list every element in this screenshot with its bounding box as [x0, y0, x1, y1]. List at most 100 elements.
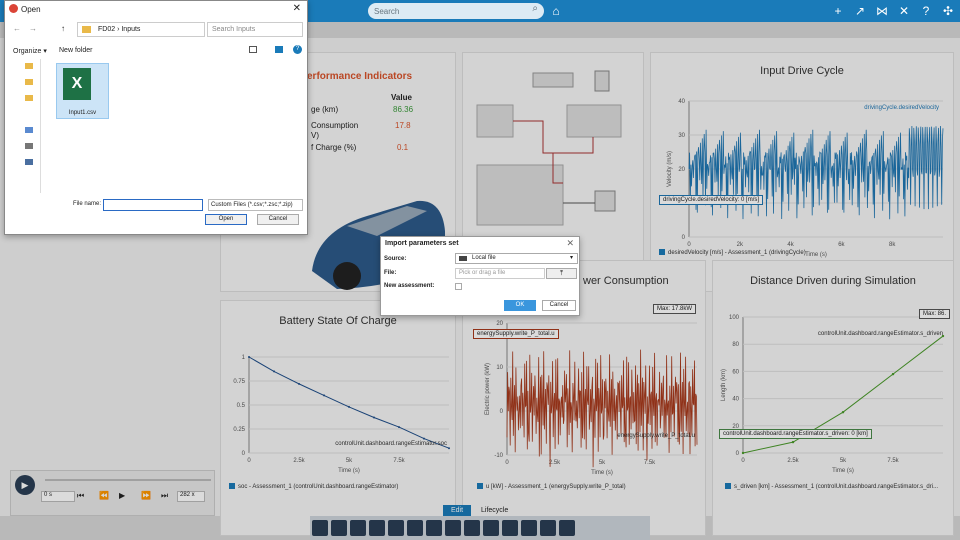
help-icon[interactable]: ? — [293, 45, 302, 54]
y-axis-label: Velocity (m/s) — [667, 151, 673, 187]
folder-icon[interactable] — [25, 63, 33, 69]
timeline-slider[interactable] — [45, 479, 211, 481]
search-icon[interactable] — [407, 520, 423, 536]
distance-data-point — [741, 451, 745, 455]
edit-icon[interactable] — [445, 520, 461, 536]
y-tick-label: 20 — [496, 321, 503, 327]
y-tick-label: 10 — [496, 365, 503, 371]
new-assessment-label: New assessment: — [384, 283, 435, 289]
organize-button[interactable]: Organize ▾ — [13, 47, 47, 55]
close-icon[interactable]: ✕ — [293, 3, 301, 14]
breadcrumb-inputs[interactable]: Inputs — [121, 26, 140, 33]
pane-icon[interactable] — [275, 46, 283, 53]
soc-legend[interactable]: soc - Assessment_1 (controlUnit.dashboar… — [229, 483, 398, 490]
back-icon[interactable]: ← — [13, 24, 21, 33]
skip-end-icon[interactable]: ⏭ — [161, 491, 168, 501]
kpi-value-header: Value — [391, 93, 412, 102]
play-icon[interactable]: ▶ — [119, 491, 125, 500]
play-circle-icon[interactable]: ▶ — [15, 475, 35, 495]
skip-start-icon[interactable]: ⏮ — [77, 491, 84, 501]
table-icon[interactable] — [350, 520, 366, 536]
checkbox-icon[interactable] — [229, 483, 235, 489]
cancel-button[interactable]: Cancel — [542, 300, 576, 311]
analysis-icon[interactable] — [540, 520, 556, 536]
ok-button[interactable]: OK — [504, 300, 536, 311]
export-icon[interactable] — [312, 520, 328, 536]
x-tick-label: 5k — [599, 460, 606, 466]
x-tick-label: 0 — [247, 458, 251, 464]
network-icon[interactable]: ⋈ — [874, 3, 890, 19]
plus-icon[interactable]: + — [830, 3, 846, 19]
file-name-label: File name: — [73, 201, 102, 207]
computer-icon[interactable] — [25, 127, 33, 133]
search-input[interactable] — [374, 5, 524, 17]
search-icon[interactable]: ⌕ — [532, 3, 538, 14]
global-search[interactable]: ⌕ — [368, 3, 544, 19]
compare-icon[interactable] — [464, 520, 480, 536]
file-name-input[interactable] — [103, 199, 203, 211]
soc-title: Battery State Of Charge — [279, 315, 397, 327]
breadcrumb-fd02[interactable]: FD02 — [98, 26, 115, 33]
drive-icon[interactable] — [25, 143, 33, 149]
open-button[interactable]: Open — [205, 214, 247, 225]
grid-icon[interactable] — [369, 520, 385, 536]
address-bar[interactable]: FD02 › Inputs — [77, 22, 205, 37]
new-assessment-checkbox[interactable] — [455, 283, 462, 290]
distance-legend[interactable]: s_driven [km] - Assessment_1 (controlUni… — [725, 483, 938, 490]
checkbox-icon[interactable] — [725, 483, 731, 489]
file-picker-input[interactable]: Pick or drag a file — [455, 268, 545, 279]
folder-icon[interactable] — [25, 79, 33, 85]
checkbox-icon[interactable] — [659, 249, 665, 255]
navigation-pane[interactable] — [11, 59, 41, 193]
view-icon[interactable] — [249, 46, 257, 53]
tab-lifecycle[interactable]: Lifecycle — [473, 505, 516, 516]
folder-search-input[interactable]: Search Inputs — [207, 22, 303, 37]
compass-icon[interactable]: ✣ — [940, 3, 956, 19]
cancel-button[interactable]: Cancel — [257, 214, 299, 225]
forward-icon[interactable]: → — [29, 24, 37, 33]
import-parameters-dialog: Import parameters set ✕ Source: Local fi… — [380, 236, 580, 316]
checkbox-icon[interactable] — [477, 483, 483, 489]
bottom-toolbar — [310, 516, 650, 540]
help-icon[interactable]: ? — [918, 3, 934, 19]
drive-cycle-chart[interactable]: 01020304002k4k6k8kTime (s)Velocity (m/s)… — [651, 85, 951, 265]
drive-cycle-legend[interactable]: desiredVelocity [m/s] - Assessment_1 (dr… — [659, 249, 806, 256]
power-chart[interactable]: -10010200 2.5k 5k 7.5kTime (s)Electric powe… — [463, 319, 707, 489]
source-label: Source: — [384, 256, 407, 262]
tag-icon[interactable]: ⌂ — [548, 3, 564, 19]
new-folder-button[interactable]: New folder — [59, 47, 92, 54]
source-select[interactable]: Local file ▾ — [455, 253, 578, 264]
x-axis-label: Time (s) — [832, 468, 854, 474]
play-icon[interactable] — [483, 520, 499, 536]
source-value: Local file — [472, 255, 496, 261]
power-legend[interactable]: u [kW] - Assessment_1 (energySupply.writ… — [477, 483, 626, 490]
dialog-title: Open — [21, 5, 41, 14]
up-icon[interactable]: ↑ — [61, 24, 65, 33]
upload-icon[interactable]: ⤒ — [546, 268, 577, 279]
chart-icon[interactable] — [521, 520, 537, 536]
save-icon[interactable] — [331, 520, 347, 536]
folder-icon[interactable] — [25, 95, 33, 101]
settings-icon[interactable] — [502, 520, 518, 536]
distance-title: Distance Driven during Simulation — [750, 275, 916, 287]
step-back-icon[interactable]: ⏪ — [99, 491, 109, 500]
soc-chart[interactable]: 0 0.25 0.5 0.75 1 0 2.5k 5k 7.5k Time (s) controlU… — [221, 337, 457, 507]
share-icon[interactable]: ↗ — [852, 3, 868, 19]
list-icon[interactable] — [426, 520, 442, 536]
report-icon[interactable] — [559, 520, 575, 536]
step-forward-icon[interactable]: ⏩ — [141, 491, 151, 500]
close-icon[interactable]: ✕ — [566, 238, 574, 249]
legend-label: soc - Assessment_1 (controlUnit.dashboar… — [238, 484, 399, 490]
dialog-title: Import parameters set — [385, 240, 459, 247]
speed-field[interactable]: 282 x — [177, 491, 205, 502]
kpi-title: erformance Indicators — [307, 71, 413, 82]
x-tick-label: 2.5k — [787, 458, 799, 464]
file-type-select[interactable]: Custom Files (*.csv;*.zsc;*.zip) — [208, 199, 303, 211]
file-item[interactable]: X Input1.csv — [56, 63, 109, 119]
network-icon[interactable] — [25, 159, 33, 165]
clipboard-icon[interactable] — [388, 520, 404, 536]
tools-icon[interactable]: ✕ — [896, 3, 912, 19]
tab-edit[interactable]: Edit — [443, 505, 472, 516]
time-field[interactable]: 0 s — [41, 491, 75, 502]
distance-chart[interactable]: 0204060801000 2.5k 5k 7.5kTime (s)Length (k… — [713, 297, 955, 477]
